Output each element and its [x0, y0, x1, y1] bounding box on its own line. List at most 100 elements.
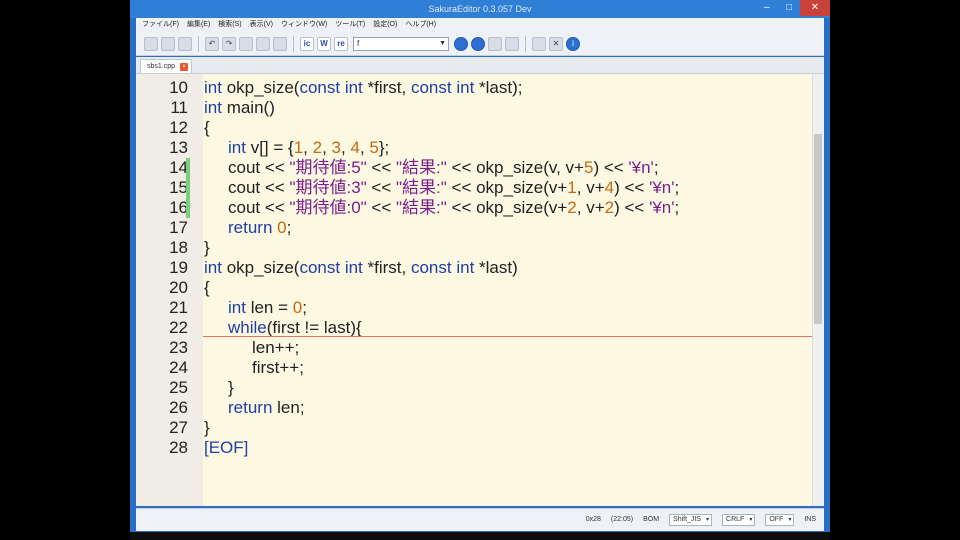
whole-word-toggle[interactable]: W: [317, 36, 331, 51]
eol-dropdown[interactable]: CRLF: [722, 514, 756, 526]
menu-bar: ファイル(F) 編集(E) 検索(S) 表示(V) ウィンドウ(W) ツール(T…: [136, 18, 824, 32]
code-text: while(first != last){: [228, 318, 362, 337]
code-text: cout << "期待値:3" << "結果:" << okp_size(v+1…: [228, 178, 680, 197]
menu-view[interactable]: 表示(V): [250, 18, 273, 32]
code-text: }: [204, 418, 210, 437]
search-prev-icon[interactable]: [471, 36, 485, 51]
regex-toggle[interactable]: re: [334, 36, 348, 51]
menu-window[interactable]: ウィンドウ(W): [281, 18, 327, 32]
code-text: {: [204, 118, 210, 137]
title-bar: SakuraEditor 0.3.057 Dev – □ ✕: [130, 0, 830, 18]
status-insert-mode[interactable]: INS: [804, 509, 816, 531]
line-number: 24: [169, 358, 188, 377]
code-line: 24 first++;: [136, 358, 816, 378]
toolbar-separator: [525, 35, 526, 52]
line-number: 15: [169, 178, 188, 197]
status-column: (22:05): [610, 516, 634, 523]
redo-icon[interactable]: ↷: [222, 36, 236, 51]
vertical-scrollbar[interactable]: [812, 74, 824, 506]
line-number: 11: [170, 98, 188, 117]
code-text: int len = 0;: [228, 298, 307, 317]
line-number: 18: [169, 238, 188, 257]
code-line: 12 {: [136, 118, 816, 138]
code-line: 17 return 0;: [136, 218, 816, 238]
tab-label: sbs1.cpp: [147, 63, 176, 70]
code-line: 22 while(first != last){: [136, 318, 816, 338]
code-line: 25 }: [136, 378, 816, 398]
code-line: 11 int main(): [136, 98, 816, 118]
line-number: 20: [169, 278, 188, 297]
taskbar: [130, 532, 830, 540]
editor-window: SakuraEditor 0.3.057 Dev – □ ✕ ファイル(F) 編…: [130, 0, 830, 540]
line-number: 14: [169, 158, 188, 177]
code-text: int v[] = {1, 2, 3, 4, 5};: [228, 138, 390, 157]
minimize-button[interactable]: –: [756, 0, 778, 16]
code-text: len++;: [252, 338, 300, 357]
search-next-icon[interactable]: [454, 36, 468, 51]
line-number: 10: [169, 78, 188, 97]
modified-line-marker: [186, 178, 190, 198]
undo-icon[interactable]: ↶: [205, 36, 219, 51]
scrollbar-thumb[interactable]: [814, 134, 822, 324]
line-number: 28: [169, 438, 188, 457]
code-line: 10 int okp_size(const int *first, const …: [136, 78, 816, 98]
toolbar: ↶ ↷ ic W re f ▼ ✕ i: [136, 32, 824, 56]
close-button[interactable]: ✕: [800, 0, 830, 16]
copy-icon[interactable]: [256, 36, 270, 51]
code-text: int okp_size(const int *first, const int…: [204, 78, 523, 97]
modified-line-marker: [186, 198, 190, 218]
tab-sbs1-cpp[interactable]: sbs1.cpp ×: [140, 59, 193, 73]
status-position: 0x28: [585, 516, 601, 523]
code-line: 23 len++;: [136, 338, 816, 358]
search-input-value: f: [357, 38, 360, 48]
line-number: 25: [169, 378, 188, 397]
code-text: first++;: [252, 358, 304, 377]
cut-icon[interactable]: [239, 36, 253, 51]
paste-icon[interactable]: [273, 36, 287, 51]
encoding-dropdown[interactable]: Shift_JIS: [669, 514, 713, 526]
ignore-case-toggle[interactable]: ic: [300, 36, 314, 51]
save-icon[interactable]: [178, 36, 192, 51]
tab-bar: sbs1.cpp ×: [136, 57, 824, 74]
code-line: 26 return len;: [136, 398, 816, 418]
ime-dropdown[interactable]: OFF: [765, 514, 795, 526]
cursor-line-underline: [203, 336, 813, 337]
code-line: 19 int okp_size(const int *first, const …: [136, 258, 816, 278]
window-title: SakuraEditor 0.3.057 Dev: [428, 4, 532, 14]
menu-help[interactable]: ヘルプ(H): [405, 18, 436, 32]
search-input[interactable]: f ▼: [353, 36, 449, 51]
close-tools-icon[interactable]: ✕: [549, 36, 563, 51]
code-line: 21 int len = 0;: [136, 298, 816, 318]
info-icon[interactable]: i: [566, 36, 580, 51]
replace-icon[interactable]: [488, 36, 502, 51]
line-number: 23: [169, 338, 188, 357]
code-line: 27 }: [136, 418, 816, 438]
menu-file[interactable]: ファイル(F): [142, 18, 179, 32]
code-editor[interactable]: 10 int okp_size(const int *first, const …: [136, 74, 824, 506]
menu-edit[interactable]: 編集(E): [187, 18, 210, 32]
menu-search[interactable]: 検索(S): [218, 18, 241, 32]
highlight-icon[interactable]: [505, 36, 519, 51]
code-text: cout << "期待値:0" << "結果:" << okp_size(v+2…: [228, 198, 680, 217]
menu-tools[interactable]: ツール(T): [335, 18, 365, 32]
code-line: 18 }: [136, 238, 816, 258]
settings-tools-icon[interactable]: [532, 36, 546, 51]
new-file-icon[interactable]: [144, 36, 158, 51]
line-number: 13: [169, 138, 188, 157]
code-line: 16 cout << "期待値:0" << "結果:" << okp_size(…: [136, 198, 816, 218]
line-number: 26: [169, 398, 188, 417]
line-number: 27: [169, 418, 188, 437]
code-text: cout << "期待値:5" << "結果:" << okp_size(v, …: [228, 158, 659, 177]
chevron-down-icon[interactable]: ▼: [439, 38, 446, 50]
menu-settings[interactable]: 設定(O): [373, 18, 397, 32]
code-text: {: [204, 278, 210, 297]
open-file-icon[interactable]: [161, 36, 175, 51]
code-text: return 0;: [228, 218, 292, 237]
code-line: 20 {: [136, 278, 816, 298]
line-number: 12: [169, 118, 188, 137]
maximize-button[interactable]: □: [778, 0, 800, 16]
status-bom[interactable]: BOM: [643, 509, 659, 531]
code-line: 15 cout << "期待値:3" << "結果:" << okp_size(…: [136, 178, 816, 198]
close-tab-icon[interactable]: ×: [180, 63, 189, 71]
line-number: 16: [169, 198, 188, 217]
